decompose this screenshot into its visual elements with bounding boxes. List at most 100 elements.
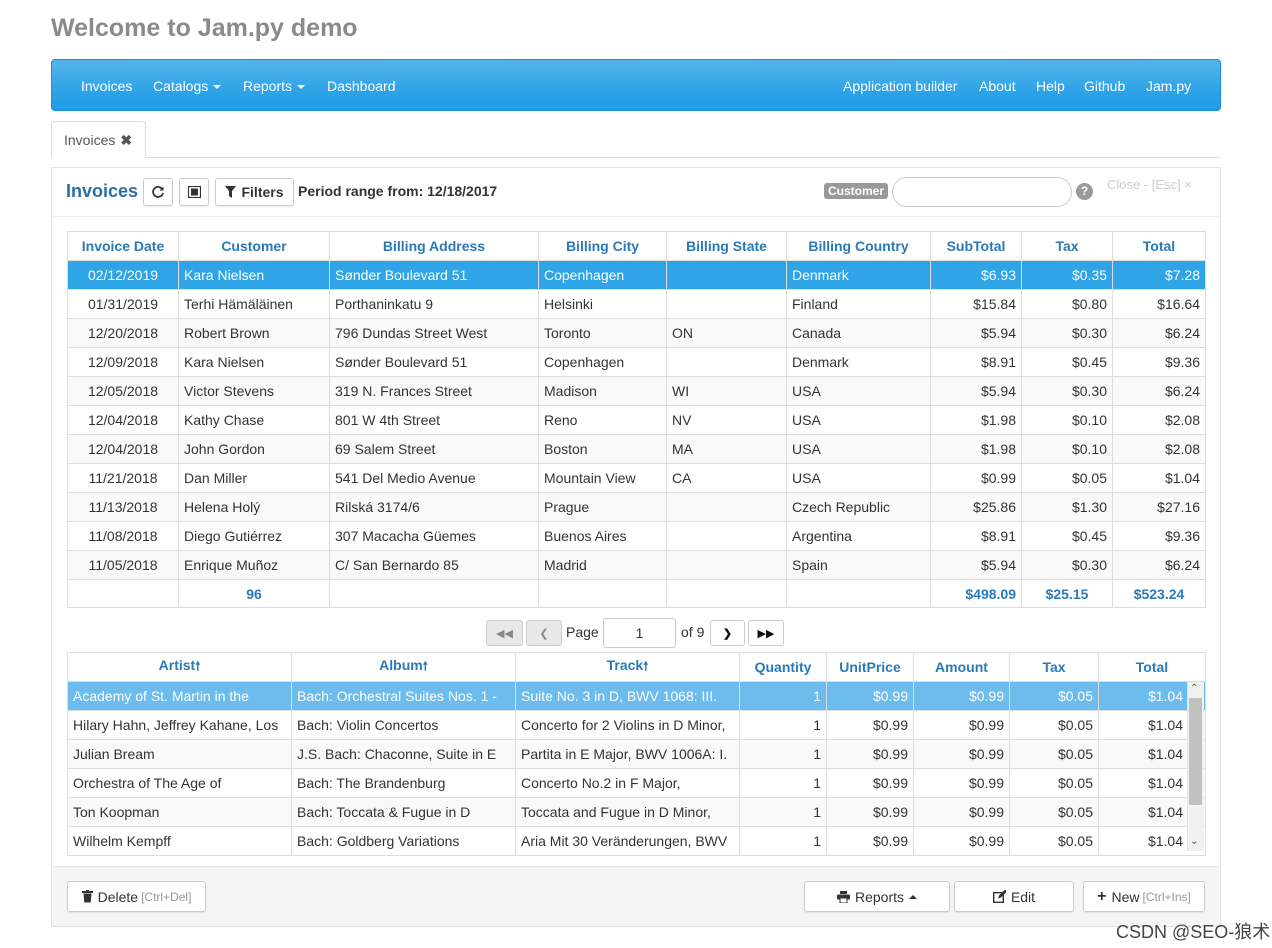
column-header[interactable]: Total bbox=[1098, 652, 1206, 682]
table-cell: Mountain View bbox=[538, 463, 667, 493]
column-header[interactable]: Amount bbox=[913, 652, 1010, 682]
delete-button[interactable]: Delete [Ctrl+Del] bbox=[67, 881, 206, 912]
new-shortcut: [Ctrl+Ins] bbox=[1142, 889, 1191, 904]
table-row[interactable]: Orchestra of The Age of Bach: The Branden… bbox=[67, 768, 1206, 798]
caret-down-icon bbox=[213, 85, 222, 90]
table-cell: $8.91 bbox=[930, 521, 1022, 551]
table-cell: $0.35 bbox=[1021, 260, 1113, 290]
table-row[interactable]: Wilhelm Kempff Bach: Goldberg Variations A… bbox=[67, 826, 1206, 856]
nav-reports[interactable]: Reports bbox=[243, 60, 306, 112]
column-header[interactable]: Billing City bbox=[538, 231, 667, 261]
table-row[interactable]: Ton Koopman Bach: Toccata & Fugue in D Toc… bbox=[67, 797, 1206, 827]
table-cell: $0.05 bbox=[1021, 463, 1113, 493]
help-icon[interactable]: ? bbox=[1076, 183, 1093, 200]
table-cell: $9.36 bbox=[1112, 521, 1206, 551]
page-label: Page bbox=[566, 624, 599, 640]
table-row[interactable]: 11/05/2018 Enrique Muñoz C/ San Bernardo 8… bbox=[67, 550, 1206, 580]
items-scrollbar-thumb[interactable] bbox=[1189, 698, 1202, 805]
table-cell: Canada bbox=[786, 318, 931, 348]
reports-button[interactable]: Reports bbox=[804, 881, 950, 912]
table-cell: Bach: Goldberg Variations bbox=[291, 826, 516, 856]
table-row[interactable]: 01/31/2019 Terhi Hämäläinen Porthaninkatu … bbox=[67, 289, 1206, 319]
prev-page-button[interactable]: ❮ bbox=[526, 620, 562, 646]
tab-invoices[interactable]: Invoices ✖ bbox=[51, 121, 146, 158]
column-header[interactable]: Total bbox=[1112, 231, 1206, 261]
column-header[interactable]: Billing State bbox=[666, 231, 787, 261]
table-cell: 11/08/2018 bbox=[67, 521, 179, 551]
table-cell: $0.05 bbox=[1009, 681, 1099, 711]
table-cell bbox=[666, 289, 787, 319]
view-options-button[interactable] bbox=[179, 178, 209, 206]
reports-label: Reports bbox=[854, 888, 905, 905]
table-cell: Ton Koopman bbox=[67, 797, 292, 827]
table-cell: 319 N. Frances Street bbox=[329, 376, 539, 406]
scroll-up-icon[interactable]: ⌃ bbox=[1190, 683, 1198, 694]
table-cell: $0.99 bbox=[826, 768, 914, 798]
table-row[interactable]: 11/08/2018 Diego Gutiérrez 307 Macacha Güe… bbox=[67, 521, 1206, 551]
column-header[interactable]: Customer bbox=[178, 231, 330, 261]
edit-button[interactable]: Edit bbox=[954, 881, 1074, 912]
table-row[interactable]: 11/21/2018 Dan Miller 541 Del Medio Avenue… bbox=[67, 463, 1206, 493]
table-cell: NV bbox=[666, 405, 787, 435]
close-icon[interactable]: ✖ bbox=[120, 132, 132, 148]
nav-github[interactable]: Github bbox=[1084, 60, 1125, 112]
table-cell: Dan Miller bbox=[178, 463, 330, 493]
table-cell: USA bbox=[786, 434, 931, 464]
table-row[interactable]: Academy of St. Martin in the Bach: Orches… bbox=[67, 681, 1206, 711]
column-header[interactable]: Billing Address bbox=[329, 231, 539, 261]
table-cell: 69 Salem Street bbox=[329, 434, 539, 464]
new-button[interactable]: + New [Ctrl+Ins] bbox=[1083, 881, 1205, 912]
nav-application-builder[interactable]: Application builder bbox=[843, 60, 957, 112]
column-header[interactable]: Quantity bbox=[739, 652, 827, 682]
nav-about[interactable]: About bbox=[979, 60, 1016, 112]
table-cell: 1 bbox=[739, 681, 827, 711]
table-row[interactable]: 12/09/2018 Kara Nielsen Sønder Boulevard 5… bbox=[67, 347, 1206, 377]
search-input[interactable] bbox=[892, 177, 1072, 207]
table-row[interactable]: 12/20/2018 Robert Brown 796 Dundas Street … bbox=[67, 318, 1206, 348]
table-cell: Diego Gutiérrez bbox=[178, 521, 330, 551]
close-link[interactable]: Close - [Esc] × bbox=[1107, 177, 1192, 192]
last-page-button[interactable]: ▶▶ bbox=[748, 620, 784, 646]
page-number-input[interactable]: 1 bbox=[603, 618, 676, 648]
caret-down-icon bbox=[297, 85, 306, 90]
next-page-button[interactable]: ❯ bbox=[710, 620, 745, 646]
table-cell: Helena Holý bbox=[178, 492, 330, 522]
table-row[interactable]: 12/05/2018 Victor Stevens 319 N. Frances S… bbox=[67, 376, 1206, 406]
refresh-button[interactable] bbox=[143, 178, 173, 206]
tabs-divider bbox=[51, 157, 1221, 158]
filters-button[interactable]: Filters bbox=[215, 178, 294, 206]
column-header[interactable]: SubTotal bbox=[930, 231, 1022, 261]
table-row[interactable]: 02/12/2019 Kara Nielsen Sønder Boulevard 5… bbox=[67, 260, 1206, 290]
table-cell bbox=[666, 550, 787, 580]
table-cell: Prague bbox=[538, 492, 667, 522]
nav-invoices[interactable]: Invoices bbox=[81, 60, 132, 112]
column-header[interactable]: Invoice Date bbox=[67, 231, 179, 261]
table-row[interactable]: Hilary Hahn, Jeffrey Kahane, Los Bach: Vi… bbox=[67, 710, 1206, 740]
table-cell: 541 Del Medio Avenue bbox=[329, 463, 539, 493]
column-header[interactable]: Track🠕 bbox=[515, 652, 740, 682]
nav-help[interactable]: Help bbox=[1036, 60, 1065, 112]
new-label: New bbox=[1111, 888, 1140, 905]
column-header[interactable]: Billing Country bbox=[786, 231, 931, 261]
first-page-button[interactable]: ◀◀ bbox=[486, 620, 523, 646]
table-cell: USA bbox=[786, 405, 931, 435]
scroll-down-icon[interactable]: ⌄ bbox=[1190, 836, 1198, 847]
table-row[interactable]: 11/13/2018 Helena Holý Rilská 3174/6 Prague… bbox=[67, 492, 1206, 522]
table-row[interactable]: Julian Bream J.S. Bach: Chaconne, Suite i… bbox=[67, 739, 1206, 769]
column-header[interactable]: UnitPrice bbox=[826, 652, 914, 682]
table-row[interactable]: 12/04/2018 John Gordon 69 Salem Street Bost… bbox=[67, 434, 1206, 464]
table-cell: Terhi Hämäläinen bbox=[178, 289, 330, 319]
nav-jampy[interactable]: Jam.py bbox=[1146, 60, 1191, 112]
table-cell: Victor Stevens bbox=[178, 376, 330, 406]
nav-catalogs[interactable]: Catalogs bbox=[153, 60, 222, 112]
table-row[interactable]: 12/04/2018 Kathy Chase 801 W 4th Street Ren… bbox=[67, 405, 1206, 435]
table-cell: Aria Mit 30 Veränderungen, BWV bbox=[515, 826, 740, 856]
column-header[interactable]: Tax bbox=[1009, 652, 1099, 682]
nav-dashboard[interactable]: Dashboard bbox=[327, 60, 396, 112]
column-header[interactable]: Artist🠕 bbox=[67, 652, 292, 682]
column-header[interactable]: Tax bbox=[1021, 231, 1113, 261]
table-cell: Porthaninkatu 9 bbox=[329, 289, 539, 319]
search-field-label: Customer bbox=[824, 183, 889, 199]
table-cell bbox=[666, 492, 787, 522]
column-header[interactable]: Album🠕 bbox=[291, 652, 516, 682]
